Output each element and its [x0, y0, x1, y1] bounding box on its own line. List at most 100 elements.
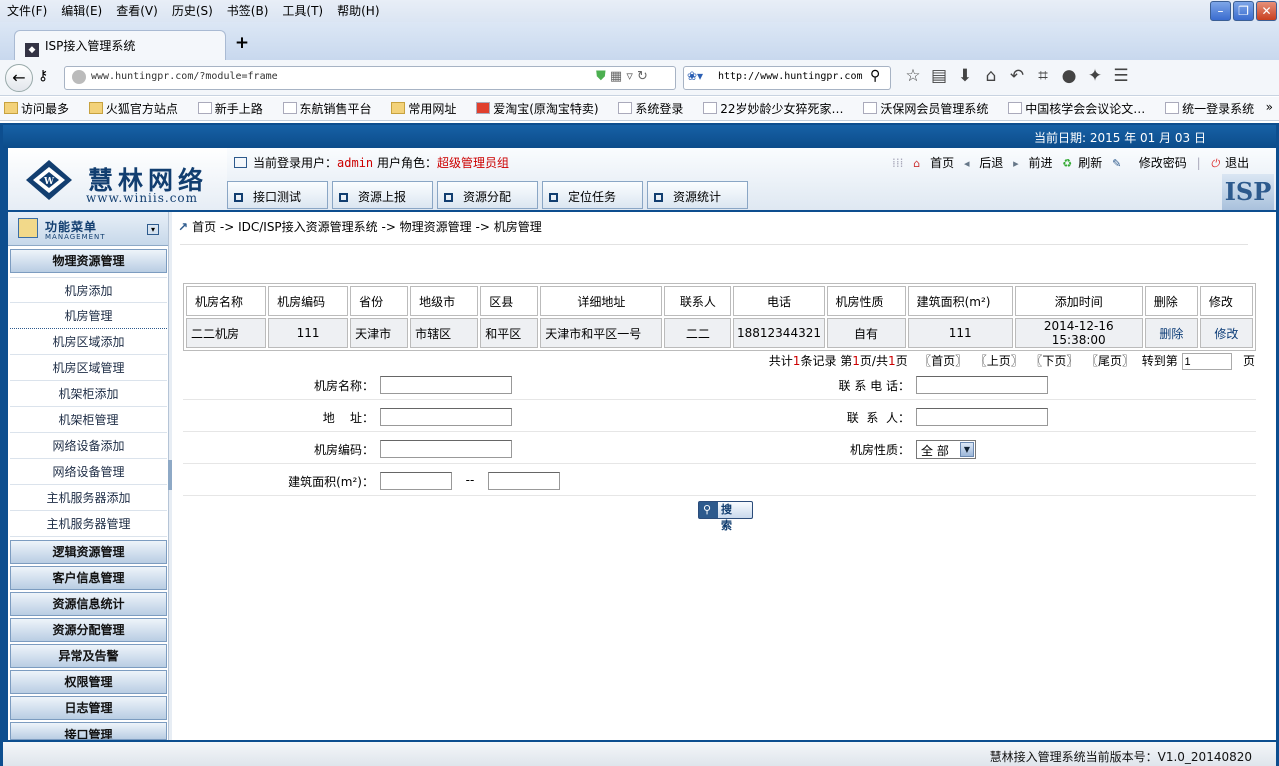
menu-book-icon: [18, 218, 38, 238]
chat-icon[interactable]: ●: [1058, 66, 1084, 86]
back-arrow-icon[interactable]: ←: [5, 64, 33, 92]
search-icon[interactable]: ⚲: [870, 68, 880, 84]
dropdown-icon[interactable]: ▿: [626, 69, 633, 84]
bookmark-item[interactable]: 沃保网会员管理系统: [863, 102, 996, 116]
sidebar-group-stats[interactable]: 资源信息统计: [10, 592, 167, 616]
nav-interface-test[interactable]: 接口测试: [227, 181, 328, 209]
menu-edit[interactable]: 编辑(E): [54, 0, 109, 20]
area-max-input[interactable]: [488, 472, 560, 490]
sidebar-group-alarm[interactable]: 异常及告警: [10, 644, 167, 668]
minimize-icon[interactable]: –: [1210, 1, 1231, 21]
menu-file[interactable]: 文件(F): [0, 0, 54, 20]
sidebar-item-netdev-add[interactable]: 网络设备添加: [10, 433, 167, 459]
bookmark-item[interactable]: 火狐官方站点: [88, 102, 186, 116]
sidebar-item-area-add[interactable]: 机房区域添加: [10, 329, 167, 355]
refresh-link[interactable]: ♻ 刷新: [1062, 156, 1102, 170]
phone-input[interactable]: [916, 376, 1048, 394]
square-bullet-icon: [549, 193, 558, 202]
pager-last[interactable]: 〖尾页〗: [1086, 354, 1134, 368]
edit-link[interactable]: 修改: [1199, 318, 1253, 348]
sidebar-item-server-add[interactable]: 主机服务器添加: [10, 485, 167, 511]
sidebar-group-physical[interactable]: 物理资源管理: [10, 249, 167, 273]
reload-icon[interactable]: ↻: [637, 69, 648, 84]
forward-link[interactable]: ▸ 前进: [1013, 156, 1052, 170]
folder-icon: [391, 102, 406, 114]
user-info: 当前登录用户：admin 用户角色：超级管理员组: [234, 154, 509, 171]
bookmark-item[interactable]: 新手上路: [197, 102, 271, 116]
maximize-icon[interactable]: ❐: [1233, 1, 1254, 21]
key-icon[interactable]: ⚷: [38, 68, 48, 84]
menu-view[interactable]: 查看(V): [109, 0, 165, 20]
sidebar-group-permission[interactable]: 权限管理: [10, 670, 167, 694]
square-bullet-icon: [654, 193, 663, 202]
address-input[interactable]: [380, 408, 512, 426]
nature-select[interactable]: 全 部 ▼: [916, 440, 976, 459]
hamburger-menu-icon[interactable]: ☰: [1110, 66, 1136, 86]
bookmark-item[interactable]: 爱淘宝(原淘宝特卖): [476, 102, 606, 116]
bookmark-item[interactable]: 22岁妙龄少女猝死家…: [703, 102, 851, 116]
search-input[interactable]: http://www.huntingpr.com: [683, 66, 891, 90]
bookmark-item[interactable]: 中国核学会会议论文…: [1008, 102, 1153, 116]
sidebar-group-allocation[interactable]: 资源分配管理: [10, 618, 167, 642]
sidebar-item-area-manage[interactable]: 机房区域管理: [10, 355, 167, 381]
qr-icon[interactable]: ▦: [610, 69, 622, 84]
collapse-icon[interactable]: ▾: [147, 224, 159, 235]
sidebar-item-room-manage[interactable]: 机房管理: [10, 303, 167, 329]
delete-link[interactable]: 删除: [1144, 318, 1198, 348]
search-button[interactable]: ⚲ 搜 索: [698, 501, 753, 532]
bookmark-item[interactable]: 常用网址: [391, 102, 464, 116]
bookmark-item[interactable]: 系统登录: [618, 102, 691, 116]
menu-tools[interactable]: 工具(T): [275, 0, 330, 20]
sidebar-group-logical[interactable]: 逻辑资源管理: [10, 540, 167, 564]
nav-locate-task[interactable]: 定位任务: [542, 181, 643, 209]
pager-text: 页: [1242, 354, 1255, 368]
sidebar-item-rack-manage[interactable]: 机架柜管理: [10, 407, 167, 433]
shield-icon[interactable]: ⛊: [596, 69, 606, 84]
sidebar-group-customer[interactable]: 客户信息管理: [10, 566, 167, 590]
star-icon[interactable]: ☆: [902, 66, 928, 86]
room-code-input[interactable]: [380, 440, 512, 458]
pager-goto-label: 转到第: [1141, 354, 1178, 368]
home-link[interactable]: ⌂ 首页: [913, 156, 954, 170]
home-icon[interactable]: ⌂: [980, 66, 1006, 86]
nav-resource-report[interactable]: 资源上报: [332, 181, 433, 209]
area-min-input[interactable]: [380, 472, 452, 490]
plugin-icon[interactable]: ✦: [1084, 66, 1110, 86]
nav-resource-stats[interactable]: 资源统计: [647, 181, 748, 209]
bookmark-item[interactable]: 东航销售平台: [282, 102, 380, 116]
room-code-label: 机房编码：: [313, 443, 374, 457]
nav-resource-allocation[interactable]: 资源分配: [437, 181, 538, 209]
cell-room-name: 二二机房: [186, 318, 267, 348]
pager-first[interactable]: 〖首页〗: [919, 354, 967, 368]
pager-prev[interactable]: 〖上页〗: [975, 354, 1023, 368]
sidebar-group-interface[interactable]: 接口管理: [10, 722, 167, 740]
menu-history[interactable]: 历史(S): [165, 0, 220, 20]
bookmark-item[interactable]: 访问最多: [4, 102, 77, 116]
menu-help[interactable]: 帮助(H): [330, 0, 386, 20]
sidebar-item-rack-add[interactable]: 机架柜添加: [10, 381, 167, 407]
bookmarks-overflow-button[interactable]: »: [1266, 100, 1273, 114]
back-link[interactable]: ◂ 后退: [964, 156, 1003, 170]
download-icon[interactable]: ⬇: [954, 66, 980, 86]
menu-bookmarks[interactable]: 书签(B): [220, 0, 276, 20]
contact-input[interactable]: [916, 408, 1048, 426]
new-tab-button[interactable]: +: [232, 33, 252, 53]
sidebar-group-log[interactable]: 日志管理: [10, 696, 167, 720]
close-icon[interactable]: ✕: [1256, 1, 1277, 21]
sidebar-item-server-manage[interactable]: 主机服务器管理: [10, 511, 167, 537]
search-engine-icon[interactable]: ❀▾: [687, 69, 703, 83]
change-password-link[interactable]: ✎ 修改密码: [1112, 156, 1187, 170]
reader-icon[interactable]: ▤: [928, 66, 954, 86]
col-header: 地级市: [410, 286, 479, 316]
room-name-input[interactable]: [380, 376, 512, 394]
sidebar-item-room-add[interactable]: 机房添加: [10, 277, 167, 303]
undo-icon[interactable]: ↶: [1006, 66, 1032, 86]
pager-current: 1: [852, 354, 860, 368]
browser-tab[interactable]: ◆ ISP接入管理系统: [14, 30, 226, 60]
pager-next[interactable]: 〖下页〗: [1030, 354, 1078, 368]
sidebar-item-netdev-manage[interactable]: 网络设备管理: [10, 459, 167, 485]
url-input[interactable]: www.huntingpr.com/?module=frame: [64, 66, 676, 90]
crop-icon[interactable]: ⌗: [1032, 66, 1058, 86]
bookmark-item[interactable]: 统一登录系统: [1165, 102, 1262, 116]
logout-link[interactable]: ⏻ 退出: [1210, 156, 1249, 170]
